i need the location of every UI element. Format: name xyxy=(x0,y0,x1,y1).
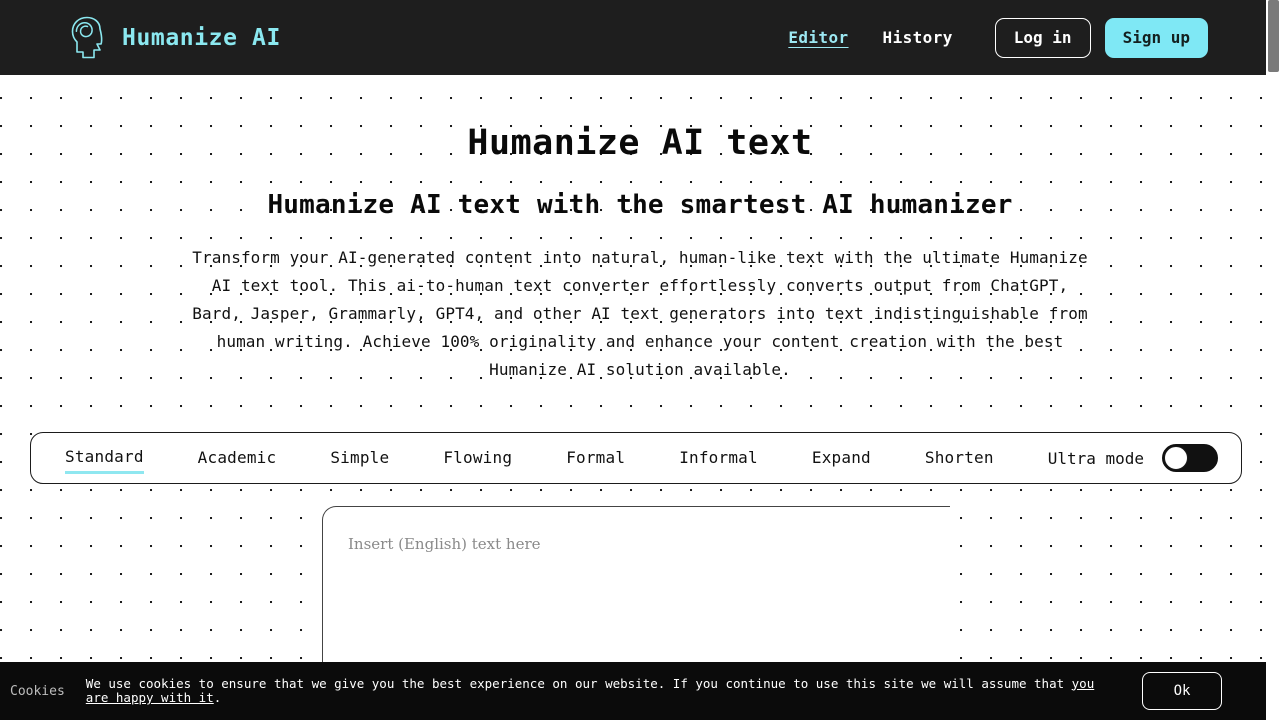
ultra-mode-control: Ultra mode xyxy=(1047,444,1219,472)
page-root: Humanize AI Editor History Log in Sign u… xyxy=(0,0,1280,720)
login-button[interactable]: Log in xyxy=(994,17,1091,58)
mode-tab-flowing[interactable]: Flowing xyxy=(443,444,512,472)
page-title: Humanize AI text xyxy=(467,123,813,163)
cookie-title: Cookies xyxy=(10,683,65,699)
header-nav: Editor History Log in Sign up xyxy=(786,17,1280,58)
ultra-mode-toggle[interactable] xyxy=(1162,444,1219,472)
scrollbar-thumb[interactable] xyxy=(1268,0,1279,72)
mode-tab-list: Standard Academic Simple Flowing Formal … xyxy=(65,443,1048,474)
cookie-message: We use cookies to ensure that we give yo… xyxy=(85,675,1121,706)
brand-name: Humanize AI xyxy=(122,24,281,51)
mode-tab-shorten[interactable]: Shorten xyxy=(925,444,994,472)
head-spiral-logo-icon xyxy=(71,16,103,58)
ultra-mode-label: Ultra mode xyxy=(1047,448,1145,468)
cookie-message-part1: We use cookies to ensure that we give yo… xyxy=(85,675,1072,691)
page-description: Transform your AI-generated content into… xyxy=(192,248,1088,379)
mode-tab-simple[interactable]: Simple xyxy=(330,444,389,472)
editor-text-input[interactable]: Insert (English) text here xyxy=(348,535,541,553)
mode-tab-informal[interactable]: Informal xyxy=(679,444,758,472)
site-header: Humanize AI Editor History Log in Sign u… xyxy=(0,0,1280,75)
cookie-ok-button[interactable]: Ok xyxy=(1142,672,1222,710)
nav-link-editor[interactable]: Editor xyxy=(786,22,850,53)
hero-section: Humanize AI text Humanize AI text with t… xyxy=(0,75,1280,384)
mode-toolbar: Standard Academic Simple Flowing Formal … xyxy=(30,432,1242,484)
brand-logo[interactable]: Humanize AI xyxy=(70,16,281,60)
page-scrollbar[interactable] xyxy=(1266,0,1280,720)
cookie-consent-bar: Cookies We use cookies to ensure that we… xyxy=(0,662,1280,720)
mode-tab-formal[interactable]: Formal xyxy=(566,444,625,472)
mode-tab-expand[interactable]: Expand xyxy=(812,444,871,472)
mode-tab-standard[interactable]: Standard xyxy=(65,443,144,474)
mode-tab-academic[interactable]: Academic xyxy=(198,444,277,472)
nav-link-history[interactable]: History xyxy=(881,22,955,53)
page-subtitle: Humanize AI text with the smartest AI hu… xyxy=(267,190,1013,220)
signup-button[interactable]: Sign up xyxy=(1104,17,1208,58)
cookie-message-part2: . xyxy=(213,690,222,705)
toggle-knob xyxy=(1164,446,1189,470)
